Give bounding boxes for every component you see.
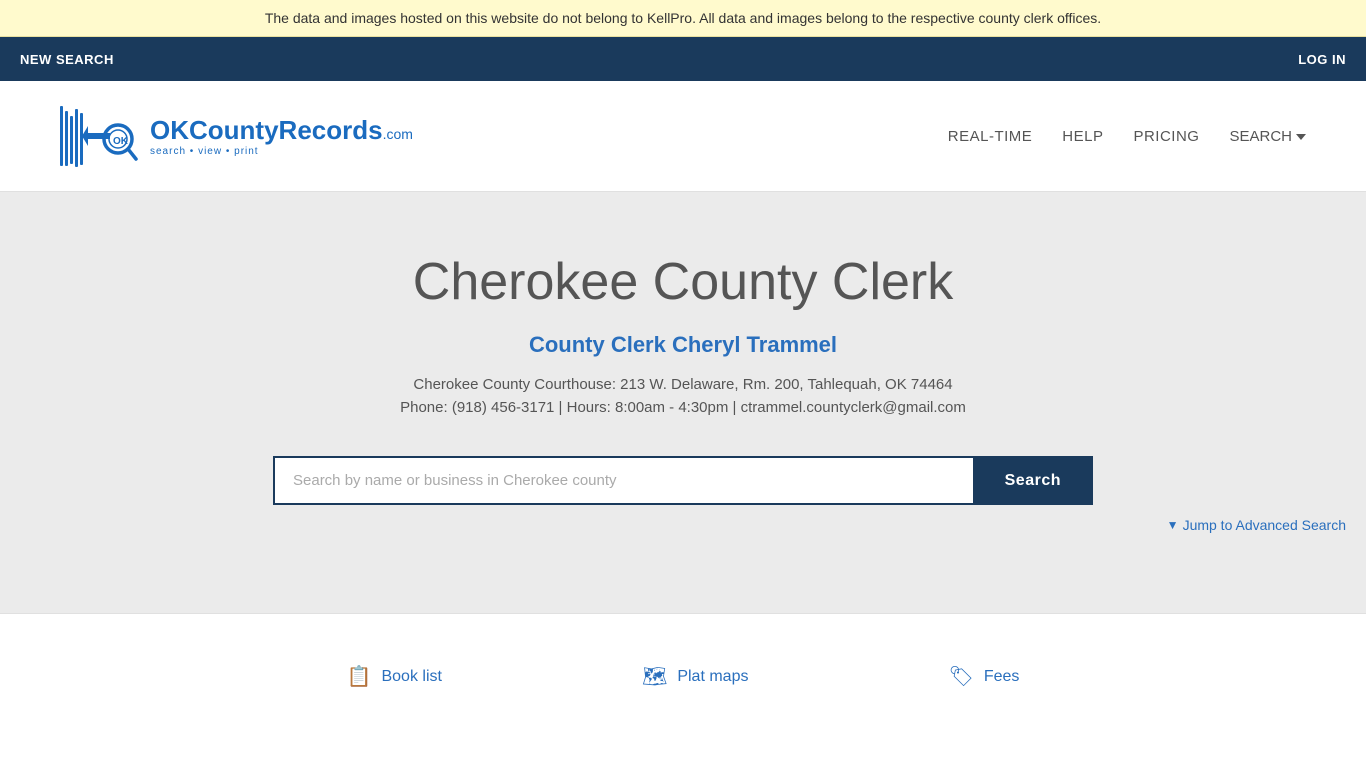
search-input[interactable] — [273, 456, 973, 505]
fees-label: Fees — [984, 668, 1020, 686]
courthouse-address: Cherokee County Courthouse: 213 W. Delaw… — [413, 376, 952, 393]
fees-link[interactable]: 🏷 Fees — [948, 664, 1019, 689]
nav-search-dropdown[interactable]: SEARCH — [1229, 128, 1306, 145]
advanced-search-link: ▼ Jump to Advanced Search — [1167, 517, 1346, 533]
fees-icon: 🏷 — [948, 664, 973, 689]
book-list-icon: 📋 — [347, 664, 372, 689]
logo-com-text: .com — [383, 126, 413, 142]
disclaimer-banner: The data and images hosted on this websi… — [0, 0, 1366, 37]
hero-section: Cherokee County Clerk County Clerk Chery… — [0, 192, 1366, 613]
chevron-down-icon — [1296, 134, 1306, 140]
site-header: OK OKCountyRecords.com search • view • p… — [0, 81, 1366, 192]
plat-maps-icon: 🗺 — [642, 664, 667, 689]
logo-area: OK OKCountyRecords.com search • view • p… — [60, 101, 413, 171]
advanced-arrow-icon: ▼ — [1167, 518, 1179, 532]
main-nav: REAL-TIME HELP PRICING SEARCH — [948, 128, 1306, 145]
footer-links-section: 📋 Book list 🗺 Plat maps 🏷 Fees — [0, 613, 1366, 739]
contact-info: Phone: (918) 456-3171 | Hours: 8:00am - … — [400, 399, 966, 416]
search-bar: Search — [273, 456, 1093, 505]
logo-brand-text: OKCountyRecords — [150, 115, 383, 146]
nav-help[interactable]: HELP — [1062, 128, 1103, 145]
logo-text: OKCountyRecords.com search • view • prin… — [150, 115, 413, 157]
svg-text:OK: OK — [113, 136, 129, 147]
new-search-link[interactable]: NEW SEARCH — [20, 52, 114, 67]
book-list-label: Book list — [381, 668, 441, 686]
logo-icon: OK — [60, 101, 140, 171]
banner-text: The data and images hosted on this websi… — [265, 10, 1101, 26]
logo-tagline: search • view • print — [150, 146, 413, 157]
search-button[interactable]: Search — [973, 456, 1093, 505]
page-title: Cherokee County Clerk — [413, 252, 953, 312]
nav-realtime[interactable]: REAL-TIME — [948, 128, 1033, 145]
nav-pricing[interactable]: PRICING — [1133, 128, 1199, 145]
top-nav: NEW SEARCH LOG IN — [0, 37, 1366, 81]
login-link[interactable]: LOG IN — [1298, 52, 1346, 67]
county-clerk-name: County Clerk Cheryl Trammel — [529, 332, 837, 358]
book-list-link[interactable]: 📋 Book list — [347, 664, 442, 689]
plat-maps-link[interactable]: 🗺 Plat maps — [642, 664, 749, 689]
plat-maps-label: Plat maps — [677, 668, 748, 686]
jump-to-advanced-search[interactable]: Jump to Advanced Search — [1183, 517, 1346, 533]
